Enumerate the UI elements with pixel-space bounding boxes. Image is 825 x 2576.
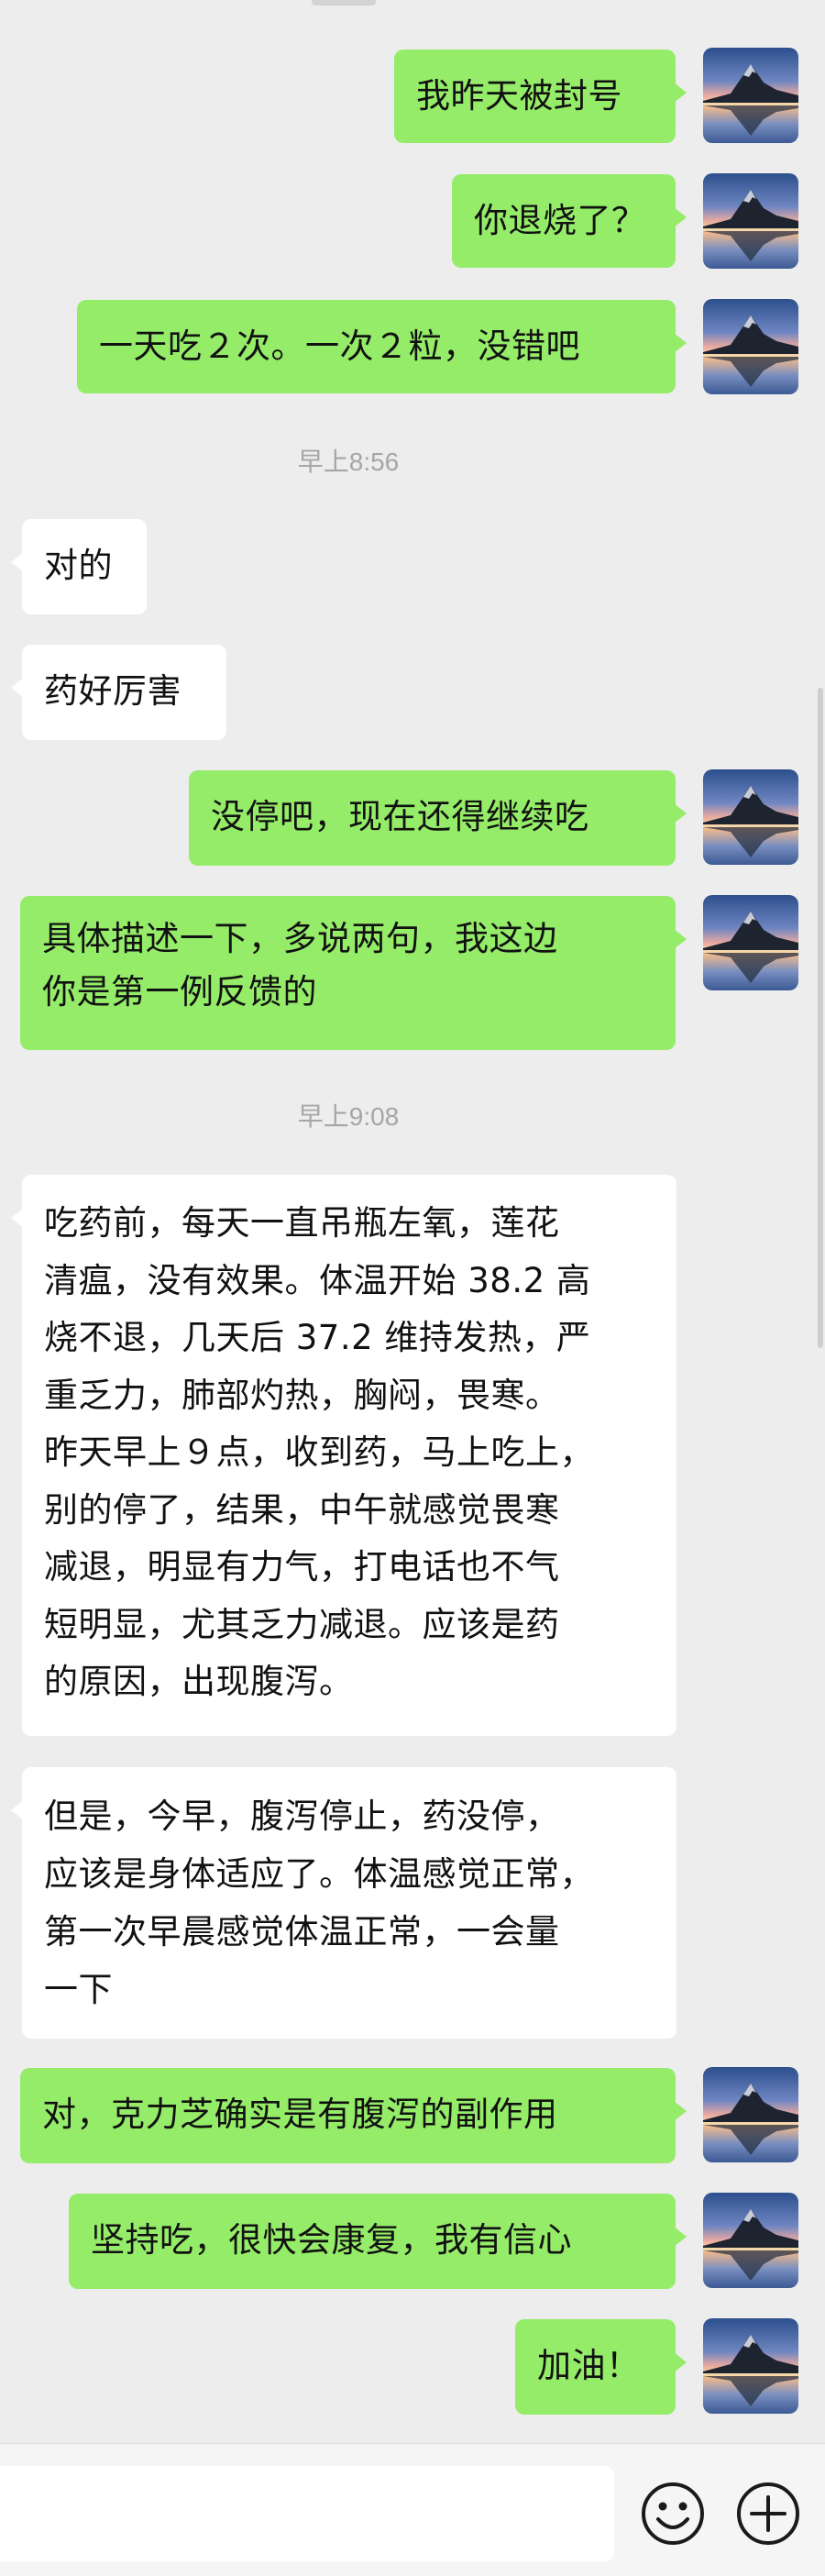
avatar[interactable] <box>703 895 798 990</box>
avatar-landscape-image <box>703 173 798 269</box>
plus-circle-icon <box>737 2482 799 2545</box>
avatar[interactable] <box>703 2067 798 2162</box>
emoji-button[interactable] <box>640 2481 706 2547</box>
avatar[interactable] <box>703 2193 798 2288</box>
message-bubble-outgoing[interactable]: 对，克力芝确实是有腹泻的副作用 <box>20 2068 687 2163</box>
avatar-landscape-image <box>703 895 798 990</box>
message-bubble-incoming[interactable]: 药好厉害 <box>11 645 226 740</box>
message-bubble-outgoing[interactable]: 一天吃２次。一次２粒，没错吧 <box>77 300 687 393</box>
avatar-landscape-image <box>703 48 798 143</box>
message-bubble-incoming[interactable]: 但是，今早，腹泻停止，药没停， 应该是身体适应了。体温感觉正常， 第一次早晨感觉… <box>11 1767 676 2039</box>
avatar[interactable] <box>703 769 798 865</box>
avatar[interactable] <box>703 173 798 269</box>
avatar-landscape-image <box>703 299 798 394</box>
message-bubble-outgoing[interactable]: 坚持吃，很快会康复，我有信心 <box>69 2194 687 2289</box>
message-input[interactable] <box>0 2466 614 2561</box>
message-bubble-outgoing[interactable]: 具体描述一下，多说两句，我这边 你是第一例反馈的 <box>20 896 687 1050</box>
avatar-landscape-image <box>703 769 798 865</box>
avatar-landscape-image <box>703 2193 798 2288</box>
scrollbar[interactable] <box>818 688 823 1348</box>
message-bubble-incoming[interactable]: 对的 <box>11 519 147 614</box>
message-bubble-outgoing[interactable]: 加油！ <box>515 2319 687 2415</box>
input-bar <box>0 2443 825 2576</box>
message-bubble-incoming[interactable]: 吃药前，每天一直吊瓶左氧，莲花 清瘟，没有效果。体温开始 38.2 高 烧不退，… <box>11 1175 676 1736</box>
avatar-landscape-image <box>703 2318 798 2414</box>
avatar[interactable] <box>703 299 798 394</box>
avatar-landscape-image <box>703 2067 798 2162</box>
emoji-icon <box>642 2482 704 2545</box>
add-button[interactable] <box>735 2481 801 2547</box>
timestamp: 早上9:08 <box>297 1102 400 1131</box>
message-bubble-outgoing[interactable]: 你退烧了？ <box>452 174 687 268</box>
message-bubble-outgoing[interactable]: 我昨天被封号 <box>394 50 687 143</box>
timestamp: 早上8:56 <box>297 448 400 476</box>
chat-area: 我昨天被封号 你退烧了？ 一天吃２次。一次２粒，没错吧 早上8:56 对的 药好… <box>0 0 825 2443</box>
message-bubble-outgoing[interactable]: 没停吧，现在还得继续吃 <box>189 770 687 866</box>
avatar[interactable] <box>703 48 798 143</box>
pull-indicator <box>312 0 376 6</box>
avatar[interactable] <box>703 2318 798 2414</box>
